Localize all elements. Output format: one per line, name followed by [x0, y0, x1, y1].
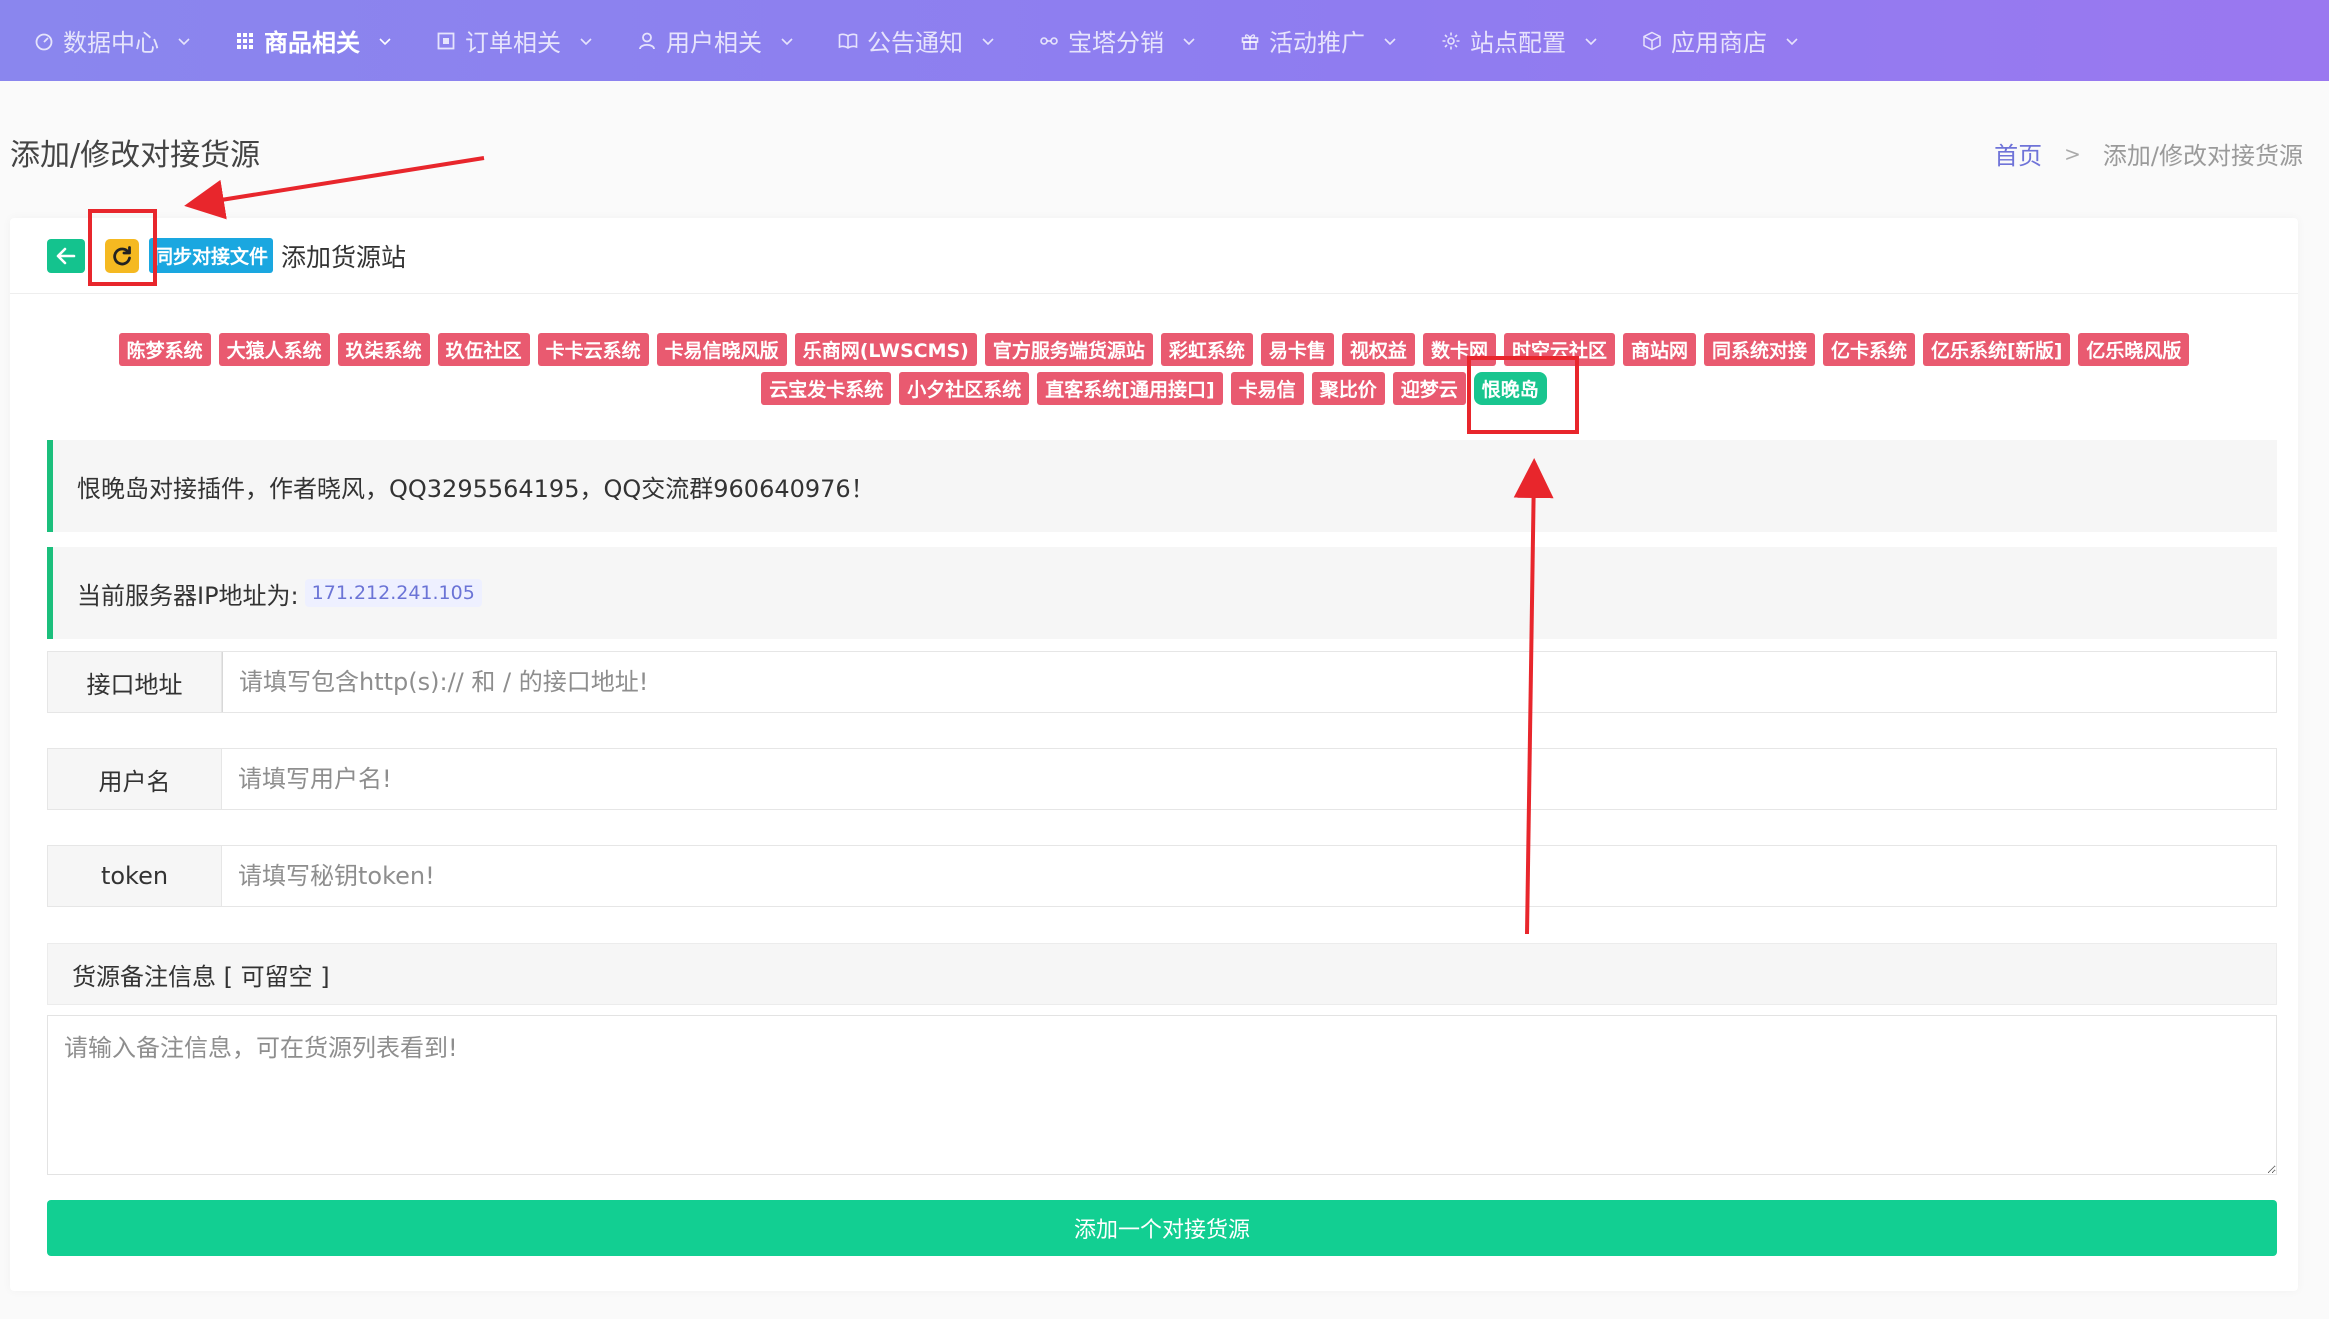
- gift-icon: [1240, 31, 1260, 51]
- nav-item-label: 宝塔分销: [1068, 29, 1164, 57]
- nav-item-label: 活动推广: [1269, 29, 1365, 57]
- server-ip-label: 当前服务器IP地址为:: [77, 581, 299, 610]
- top-nav: 数据中心 商品相关 订单相关 用户相关 公告通知 宝塔分销 活动推广 站点配置 …: [0, 0, 2329, 81]
- source-type-tag[interactable]: 彩虹系统: [1160, 333, 1253, 366]
- server-ip-value: 171.212.241.105: [304, 579, 482, 607]
- api-url-label: 接口地址: [48, 652, 222, 712]
- nav-item-announcements[interactable]: 公告通知: [816, 0, 1017, 81]
- chevron-down-icon: [378, 34, 392, 48]
- share-icon: [1039, 31, 1059, 51]
- source-type-tag[interactable]: 直客系统[通用接口]: [1037, 372, 1223, 405]
- source-type-tag[interactable]: 乐商网(LWSCMS): [794, 333, 977, 366]
- plugin-info-notice: 恨晚岛对接插件，作者晓风，QQ3295564195，QQ交流群960640976…: [47, 440, 2277, 532]
- source-type-tag[interactable]: 卡易信晓风版: [656, 333, 787, 366]
- remark-label: 货源备注信息 [ 可留空 ]: [72, 962, 330, 991]
- chevron-down-icon: [1182, 34, 1196, 48]
- source-type-tag[interactable]: 迎梦云: [1392, 372, 1466, 405]
- nav-item-data-center[interactable]: 数据中心: [12, 0, 213, 81]
- back-button[interactable]: [47, 238, 85, 273]
- nav-item-label: 公告通知: [867, 29, 963, 57]
- breadcrumb-separator: >: [2064, 141, 2081, 166]
- nav-item-label: 数据中心: [63, 29, 159, 57]
- remark-textarea[interactable]: [47, 1015, 2277, 1175]
- card-title: 添加货源站: [281, 242, 407, 272]
- dashboard-icon: [34, 31, 54, 51]
- api-url-row: 接口地址: [47, 651, 2277, 713]
- tag-row: 陈梦系统 大猿人系统 玖柒系统 玖伍社区 卡卡云系统 卡易信晓风版 乐商网(LWSCMS) 官…: [10, 333, 2298, 366]
- page-title: 添加/修改对接货源: [10, 138, 261, 173]
- username-label: 用户名: [48, 749, 222, 809]
- nav-item-site-config[interactable]: 站点配置: [1419, 0, 1620, 81]
- nav-item-app-store[interactable]: 应用商店: [1620, 0, 1821, 81]
- server-ip-notice: 当前服务器IP地址为: 171.212.241.105: [47, 547, 2277, 639]
- source-type-tag[interactable]: 玖柒系统: [337, 333, 430, 366]
- chevron-down-icon: [1383, 34, 1397, 48]
- chevron-down-icon: [1584, 34, 1598, 48]
- tag-row: 云宝发卡系统 小夕社区系统 直客系统[通用接口] 卡易信 聚比价 迎梦云 恨晚岛: [10, 372, 2298, 405]
- source-type-tag[interactable]: 陈梦系统: [118, 333, 211, 366]
- chevron-down-icon: [981, 34, 995, 48]
- order-icon: [436, 31, 456, 51]
- nav-item-label: 订单相关: [465, 29, 561, 57]
- source-type-tag[interactable]: 卡易信: [1230, 372, 1304, 405]
- username-row: 用户名: [47, 748, 2277, 810]
- source-type-tag[interactable]: 易卡售: [1260, 333, 1334, 366]
- token-label: token: [48, 846, 222, 906]
- nav-item-promotions[interactable]: 活动推广: [1218, 0, 1419, 81]
- source-type-tag[interactable]: 亿卡系统: [1823, 333, 1916, 366]
- token-input[interactable]: [222, 846, 2276, 906]
- source-type-tag[interactable]: 同系统对接: [1703, 333, 1815, 366]
- annotation-highlight-box: [1467, 356, 1579, 434]
- add-source-button[interactable]: 添加一个对接货源: [47, 1200, 2277, 1256]
- source-type-tag[interactable]: 聚比价: [1311, 372, 1385, 405]
- remark-header: 货源备注信息 [ 可留空 ]: [47, 943, 2277, 1005]
- username-input[interactable]: [222, 749, 2276, 809]
- breadcrumb-home-link[interactable]: 首页: [1994, 136, 2042, 171]
- chevron-down-icon: [1785, 34, 1799, 48]
- source-type-tag[interactable]: 视权益: [1341, 333, 1415, 366]
- source-type-tags: 陈梦系统 大猿人系统 玖柒系统 玖伍社区 卡卡云系统 卡易信晓风版 乐商网(LWSCMS) 官…: [10, 333, 2298, 411]
- card-header: 同步对接文件 添加货源站: [10, 218, 2298, 294]
- source-type-tag[interactable]: 大猿人系统: [218, 333, 330, 366]
- arrow-left-icon: [56, 247, 76, 264]
- main-card: 同步对接文件 添加货源站 陈梦系统 大猿人系统 玖柒系统 玖伍社区 卡卡云系统 卡易信晓风…: [10, 218, 2298, 1291]
- book-icon: [838, 31, 858, 51]
- source-type-tag[interactable]: 小夕社区系统: [899, 372, 1030, 405]
- chevron-down-icon: [579, 34, 593, 48]
- nav-item-label: 应用商店: [1671, 29, 1767, 57]
- source-type-tag[interactable]: 云宝发卡系统: [761, 372, 892, 405]
- source-type-tag[interactable]: 玖伍社区: [437, 333, 530, 366]
- user-icon: [637, 31, 657, 51]
- nav-item-distribution[interactable]: 宝塔分销: [1017, 0, 1218, 81]
- source-type-tag[interactable]: 亿乐晓风版: [2078, 333, 2190, 366]
- nav-item-label: 商品相关: [264, 29, 360, 57]
- nav-item-users[interactable]: 用户相关: [615, 0, 816, 81]
- nav-item-products[interactable]: 商品相关: [213, 0, 414, 81]
- source-type-tag[interactable]: 亿乐系统[新版]: [1923, 333, 2071, 366]
- nav-item-orders[interactable]: 订单相关: [414, 0, 615, 81]
- source-type-tag[interactable]: 卡卡云系统: [537, 333, 649, 366]
- breadcrumb-current: 添加/修改对接货源: [2102, 142, 2303, 170]
- gear-icon: [1441, 31, 1461, 51]
- grid-icon: [235, 31, 255, 51]
- api-url-input[interactable]: [222, 652, 2276, 712]
- nav-item-label: 站点配置: [1470, 29, 1566, 57]
- nav-item-label: 用户相关: [666, 29, 762, 57]
- plugin-info-text: 恨晚岛对接插件，作者晓风，QQ3295564195，QQ交流群960640976…: [77, 474, 875, 503]
- cube-icon: [1642, 31, 1662, 51]
- sync-files-button[interactable]: 同步对接文件: [149, 238, 274, 273]
- token-row: token: [47, 845, 2277, 907]
- breadcrumb: 首页 > 添加/修改对接货源: [1994, 136, 2303, 171]
- source-type-tag[interactable]: 商站网: [1622, 333, 1696, 366]
- annotation-highlight-box: [88, 209, 157, 286]
- chevron-down-icon: [177, 34, 191, 48]
- chevron-down-icon: [780, 34, 794, 48]
- source-type-tag[interactable]: 官方服务端货源站: [984, 333, 1153, 366]
